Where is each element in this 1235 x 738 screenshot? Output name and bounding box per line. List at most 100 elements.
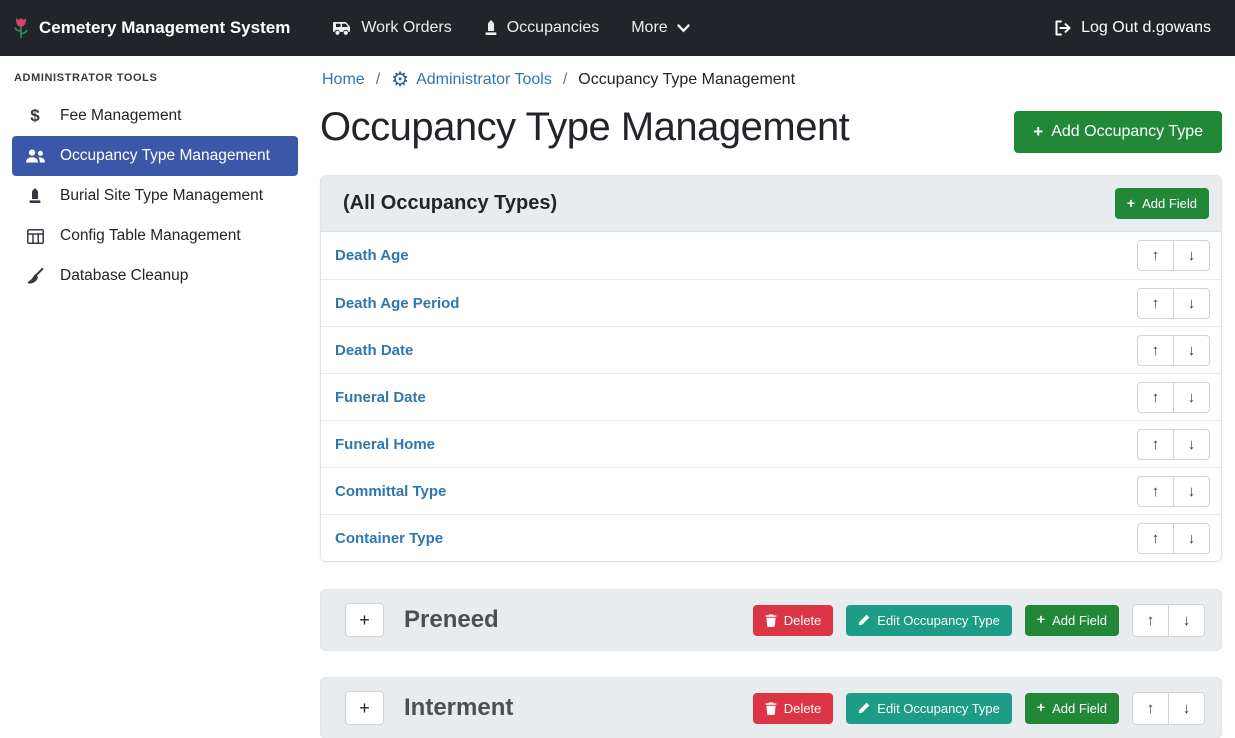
chevron-down-icon (677, 24, 690, 33)
move-down-button[interactable]: ↓ (1173, 288, 1210, 319)
monument-icon (484, 20, 498, 36)
title-row: Occupancy Type Management + Add Occupanc… (320, 102, 1222, 153)
move-up-button[interactable]: ↑ (1137, 476, 1174, 507)
move-up-button[interactable]: ↑ (1132, 604, 1169, 637)
move-up-button[interactable]: ↑ (1137, 382, 1174, 413)
move-up-button[interactable]: ↑ (1132, 692, 1169, 725)
arrow-up-icon: ↑ (1152, 389, 1160, 406)
field-row: Death Age ↑ ↓ (321, 232, 1221, 279)
arrow-down-icon: ↓ (1188, 436, 1196, 453)
reorder-buttons: ↑ ↓ (1137, 476, 1210, 507)
edit-occupancy-type-button[interactable]: Edit Occupancy Type (846, 605, 1012, 636)
all-occupancy-types-card: (All Occupancy Types) + Add Field Death … (320, 175, 1222, 562)
field-link[interactable]: Container Type (335, 530, 443, 547)
reorder-buttons: ↑ ↓ (1137, 335, 1210, 366)
move-down-button[interactable]: ↓ (1173, 523, 1210, 554)
move-down-button[interactable]: ↓ (1173, 240, 1210, 271)
field-link[interactable]: Committal Type (335, 483, 446, 500)
plus-icon: + (359, 610, 370, 631)
expand-button[interactable]: + (345, 603, 384, 637)
app-brand[interactable]: Cemetery Management System (12, 17, 290, 40)
reorder-buttons: ↑ ↓ (1132, 692, 1205, 725)
reorder-buttons: ↑ ↓ (1137, 523, 1210, 554)
breadcrumb-admin-tools[interactable]: ⚙ Administrator Tools (391, 70, 552, 90)
field-row: Death Age Period ↑ ↓ (321, 279, 1221, 326)
field-row: Death Date ↑ ↓ (321, 326, 1221, 373)
add-occupancy-type-button[interactable]: + Add Occupancy Type (1014, 111, 1222, 153)
add-field-button[interactable]: + Add Field (1115, 188, 1209, 219)
section-actions: Delete Edit Occupancy Type + Add Field ↑ (753, 604, 1205, 637)
nav-more[interactable]: More (615, 11, 705, 45)
arrow-up-icon: ↑ (1152, 530, 1160, 547)
add-field-button[interactable]: + Add Field (1025, 605, 1119, 636)
field-link[interactable]: Funeral Date (335, 389, 426, 406)
field-link[interactable]: Death Age Period (335, 295, 459, 312)
plus-icon: + (1037, 614, 1045, 625)
breadcrumb-home[interactable]: Home (322, 71, 365, 89)
breadcrumb-separator: / (563, 71, 567, 89)
move-down-button[interactable]: ↓ (1168, 604, 1205, 637)
all-types-header: (All Occupancy Types) + Add Field (321, 176, 1221, 232)
arrow-down-icon: ↓ (1188, 342, 1196, 359)
arrow-down-icon: ↓ (1188, 295, 1196, 312)
expand-button[interactable]: + (345, 691, 384, 725)
breadcrumb-separator: / (376, 71, 380, 89)
plus-icon: + (1033, 125, 1043, 139)
reorder-buttons: ↑ ↓ (1137, 382, 1210, 413)
add-field-label: Add Field (1052, 702, 1107, 715)
arrow-up-icon: ↑ (1152, 342, 1160, 359)
add-field-button[interactable]: + Add Field (1025, 693, 1119, 724)
breadcrumb-admin-tools-label: Administrator Tools (416, 71, 552, 89)
trash-icon (765, 614, 777, 627)
delete-button[interactable]: Delete (753, 605, 834, 636)
arrow-up-icon: ↑ (1152, 483, 1160, 500)
broom-icon (23, 268, 47, 285)
move-up-button[interactable]: ↑ (1137, 523, 1174, 554)
arrow-down-icon: ↓ (1188, 483, 1196, 500)
delete-button[interactable]: Delete (753, 693, 834, 724)
pencil-icon (858, 614, 870, 626)
field-link[interactable]: Death Age (335, 247, 409, 264)
sidebar-item-occupancy-type-management[interactable]: Occupancy Type Management (12, 136, 298, 176)
logout-icon (1054, 20, 1072, 36)
move-down-button[interactable]: ↓ (1173, 382, 1210, 413)
move-down-button[interactable]: ↓ (1173, 476, 1210, 507)
arrow-down-icon: ↓ (1183, 612, 1191, 629)
sidebar-item-database-cleanup[interactable]: Database Cleanup (12, 256, 298, 296)
move-up-button[interactable]: ↑ (1137, 240, 1174, 271)
sidebar-heading: Administrator Tools (12, 68, 298, 96)
move-up-button[interactable]: ↑ (1137, 335, 1174, 366)
sections-list: + Preneed Delete Edit Occupanc (320, 589, 1222, 738)
van-icon (332, 21, 352, 36)
nav-work-orders[interactable]: Work Orders (316, 11, 467, 45)
move-down-button[interactable]: ↓ (1168, 692, 1205, 725)
section-title: Preneed (404, 606, 499, 634)
nav-occupancies-label: Occupancies (507, 19, 600, 37)
app-title: Cemetery Management System (39, 18, 290, 38)
arrow-down-icon: ↓ (1183, 700, 1191, 717)
field-link[interactable]: Death Date (335, 342, 413, 359)
field-row: Committal Type ↑ ↓ (321, 467, 1221, 514)
main-content: Home / ⚙ Administrator Tools / Occupancy… (308, 56, 1235, 738)
arrow-down-icon: ↓ (1188, 530, 1196, 547)
move-down-button[interactable]: ↓ (1173, 429, 1210, 460)
field-link[interactable]: Funeral Home (335, 436, 435, 453)
edit-occupancy-type-button[interactable]: Edit Occupancy Type (846, 693, 1012, 724)
field-row: Funeral Home ↑ ↓ (321, 420, 1221, 467)
breadcrumb-current: Occupancy Type Management (578, 71, 795, 89)
arrow-down-icon: ↓ (1188, 247, 1196, 264)
move-up-button[interactable]: ↑ (1137, 288, 1174, 319)
arrow-down-icon: ↓ (1188, 389, 1196, 406)
sidebar-item-fee-management[interactable]: $ Fee Management (12, 96, 298, 136)
arrow-up-icon: ↑ (1152, 295, 1160, 312)
move-up-button[interactable]: ↑ (1137, 429, 1174, 460)
move-down-button[interactable]: ↓ (1173, 335, 1210, 366)
logout-link[interactable]: Log Out d.gowans (1054, 19, 1211, 37)
main-nav: Work Orders Occupancies More (316, 11, 705, 45)
edit-occupancy-type-label: Edit Occupancy Type (877, 702, 1000, 715)
occupancy-type-section: + Interment Delete Edit Occupa (320, 677, 1222, 738)
sidebar-item-config-table-management[interactable]: Config Table Management (12, 216, 298, 256)
sidebar-item-burial-site-type-management[interactable]: Burial Site Type Management (12, 176, 298, 216)
nav-occupancies[interactable]: Occupancies (468, 11, 616, 45)
plus-icon: + (1127, 198, 1135, 209)
